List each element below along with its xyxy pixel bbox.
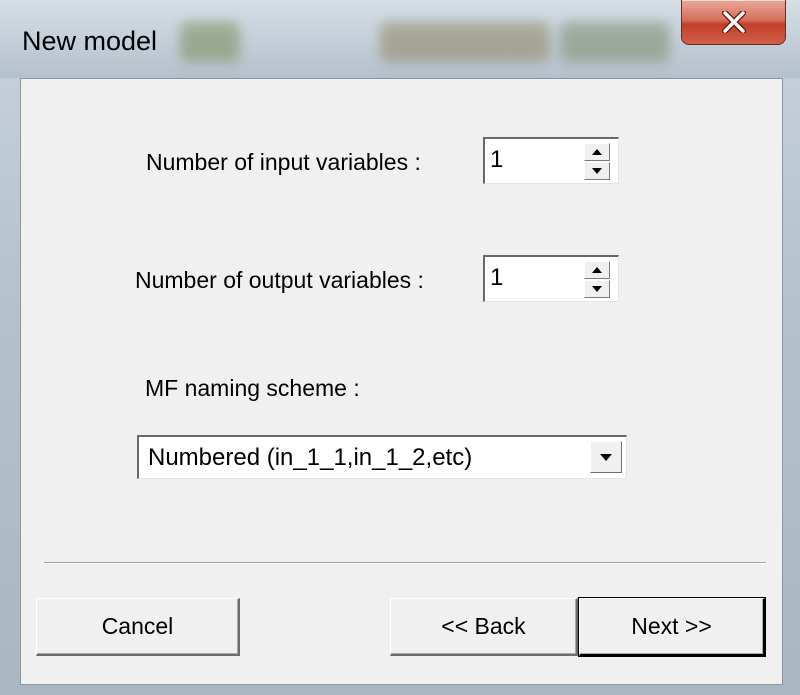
mf-naming-scheme-label: MF naming scheme : — [145, 375, 360, 401]
output-variables-stepper[interactable]: 1 — [483, 255, 619, 302]
background-blur — [180, 22, 240, 62]
dropdown-button[interactable] — [590, 441, 622, 473]
spin-buttons — [584, 261, 610, 298]
mf-naming-scheme-select[interactable]: Numbered (in_1_1,in_1_2,etc) — [137, 435, 627, 479]
dialog-body: Number of input variables : 1 Number of … — [20, 78, 783, 685]
arrow-up-icon — [592, 267, 602, 273]
output-variables-value[interactable]: 1 — [490, 264, 503, 292]
separator — [44, 562, 766, 564]
back-button[interactable]: << Back — [390, 598, 578, 656]
window-title: New model — [22, 26, 158, 56]
next-button[interactable]: Next >> — [578, 597, 766, 657]
background-blur — [380, 22, 550, 62]
chevron-down-icon — [600, 453, 612, 461]
increment-button[interactable] — [584, 261, 610, 279]
spin-buttons — [584, 143, 610, 180]
cancel-button[interactable]: Cancel — [36, 598, 240, 656]
arrow-down-icon — [592, 286, 602, 292]
input-variables-label: Number of input variables : — [146, 149, 421, 175]
decrement-button[interactable] — [584, 162, 610, 180]
background-blur — [560, 22, 670, 62]
input-variables-stepper[interactable]: 1 — [483, 137, 619, 184]
input-variables-value[interactable]: 1 — [490, 146, 503, 174]
increment-button[interactable] — [584, 143, 610, 161]
mf-naming-scheme-value: Numbered (in_1_1,in_1_2,etc) — [148, 444, 473, 471]
arrow-down-icon — [592, 168, 602, 174]
title-bar[interactable]: New model — [0, 0, 800, 78]
window-frame: New model Number of input variables : 1 … — [0, 0, 800, 695]
close-icon — [721, 11, 746, 33]
output-variables-label: Number of output variables : — [135, 267, 424, 293]
arrow-up-icon — [592, 149, 602, 155]
close-button[interactable] — [681, 0, 786, 45]
decrement-button[interactable] — [584, 280, 610, 298]
